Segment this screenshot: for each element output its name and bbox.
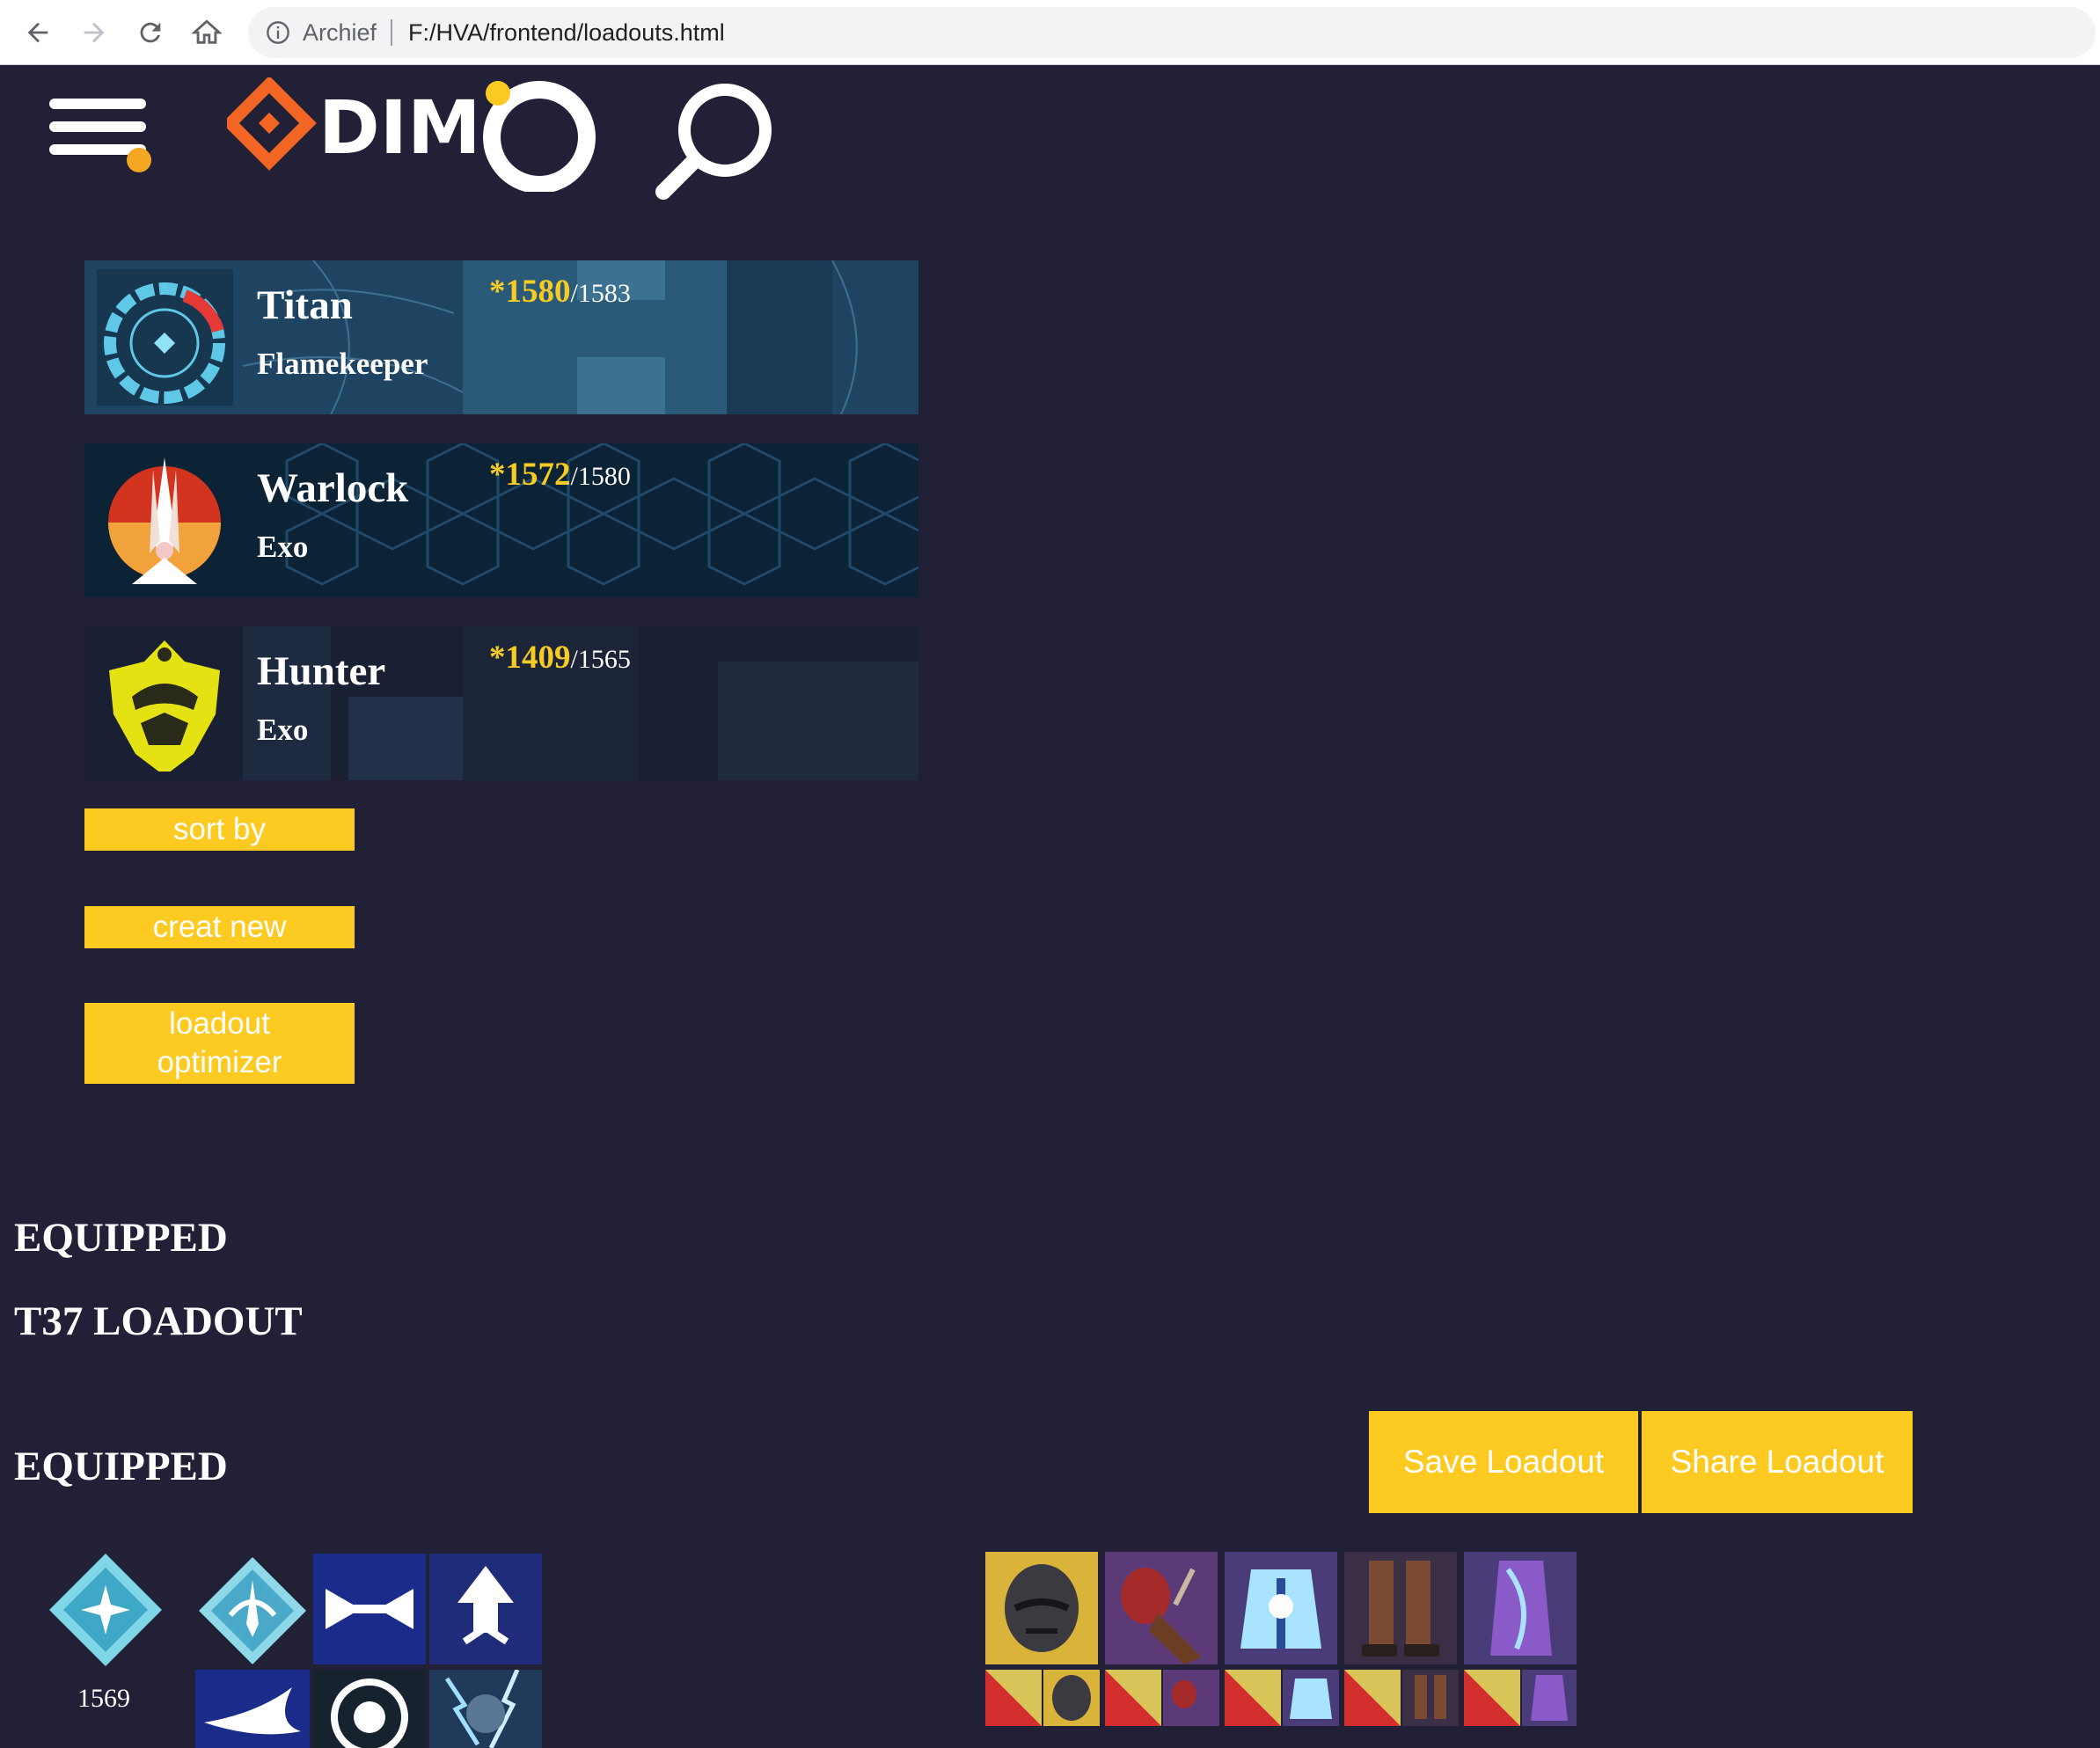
forward-button[interactable] bbox=[74, 12, 114, 53]
equipped-heading: EQUIPPED bbox=[14, 1215, 228, 1261]
home-button[interactable] bbox=[187, 12, 227, 53]
reload-icon bbox=[140, 22, 161, 43]
character-card-warlock[interactable]: Warlock Exo *1572/1580 bbox=[84, 443, 918, 597]
aspect-icon[interactable] bbox=[429, 1670, 542, 1748]
class-ability-icon[interactable] bbox=[313, 1554, 426, 1664]
super-ability-icon[interactable] bbox=[195, 1554, 310, 1668]
warlock-emblem-icon bbox=[97, 452, 233, 589]
sort-by-button[interactable]: sort by bbox=[84, 808, 355, 851]
grenade-ability-icon[interactable] bbox=[313, 1670, 426, 1748]
jump-ability-icon[interactable] bbox=[429, 1554, 542, 1664]
max-power: /1580 bbox=[570, 462, 631, 491]
power-value: 1580 bbox=[505, 274, 571, 310]
save-loadout-button[interactable]: Save Loadout bbox=[1369, 1411, 1638, 1513]
max-power: /1583 bbox=[570, 279, 631, 308]
gauntlets-armor-tile[interactable] bbox=[1105, 1552, 1218, 1664]
subclass-icon[interactable] bbox=[46, 1550, 165, 1670]
character-power: *1409/1565 bbox=[489, 639, 631, 677]
url-text: F:/HVA/frontend/loadouts.html bbox=[408, 18, 725, 46]
character-power: *1580/1583 bbox=[489, 273, 631, 311]
chest-armor-tile[interactable] bbox=[1225, 1552, 1337, 1664]
loadout-optimizer-label-line1: loadout bbox=[169, 1006, 270, 1041]
helmet-armor-tile[interactable] bbox=[985, 1552, 1098, 1664]
loadout-optimizer-button[interactable]: loadout optimizer bbox=[84, 1003, 355, 1084]
mod-slot-helmet bbox=[985, 1670, 1100, 1726]
character-power: *1572/1580 bbox=[489, 456, 631, 494]
separator bbox=[391, 19, 393, 46]
power-prefix: * bbox=[489, 457, 506, 493]
equipped-heading-loadout: EQUIPPED bbox=[14, 1444, 228, 1489]
loadout-power: 1569 bbox=[77, 1684, 130, 1713]
mod-slot-gauntlets bbox=[1105, 1670, 1219, 1726]
max-power: /1565 bbox=[570, 645, 631, 674]
site-label: Archief bbox=[303, 18, 377, 46]
armor-mod-row[interactable] bbox=[985, 1670, 1577, 1726]
create-new-button[interactable]: creat new bbox=[84, 906, 355, 948]
character-race: Exo bbox=[257, 530, 309, 564]
character-class: Hunter bbox=[257, 648, 386, 694]
browser-toolbar: Archief F:/HVA/frontend/loadouts.html bbox=[0, 0, 2100, 65]
character-card-titan[interactable]: Titan Flamekeeper *1580/1583 bbox=[84, 260, 918, 414]
dim-logo: DIM bbox=[227, 77, 596, 192]
reload-button[interactable] bbox=[130, 12, 171, 53]
loadout-title: T37 LOADOUT bbox=[14, 1298, 303, 1344]
activity-ring-icon bbox=[483, 81, 596, 192]
mod-slot-legs bbox=[1344, 1670, 1459, 1726]
hunter-emblem-icon bbox=[97, 635, 233, 772]
dim-diamond-icon bbox=[227, 77, 317, 171]
power-value: 1572 bbox=[505, 457, 571, 493]
character-class: Warlock bbox=[257, 465, 409, 511]
info-icon bbox=[267, 21, 289, 44]
address-bar[interactable]: Archief F:/HVA/frontend/loadouts.html bbox=[248, 7, 2096, 58]
melee-ability-icon[interactable] bbox=[195, 1670, 310, 1748]
leg-armor-tile[interactable] bbox=[1344, 1552, 1457, 1664]
logo-text: DIM bbox=[318, 84, 481, 171]
character-race: Flamekeeper bbox=[257, 347, 428, 381]
arrow-left-icon bbox=[27, 22, 48, 43]
loadout-optimizer-label-line2: optimizer bbox=[157, 1045, 282, 1079]
mod-slot-class-item bbox=[1464, 1670, 1577, 1726]
power-prefix: * bbox=[489, 640, 506, 676]
home-icon bbox=[192, 19, 222, 44]
titan-emblem-icon bbox=[97, 269, 233, 406]
character-card-hunter[interactable]: Hunter Exo *1409/1565 bbox=[84, 626, 918, 780]
back-button[interactable] bbox=[18, 12, 58, 53]
hamburger-menu-icon[interactable] bbox=[49, 95, 158, 174]
power-value: 1409 bbox=[505, 640, 571, 676]
character-class: Titan bbox=[257, 282, 353, 328]
class-item-armor-tile[interactable] bbox=[1464, 1552, 1577, 1664]
share-loadout-button[interactable]: Share Loadout bbox=[1642, 1411, 1913, 1513]
search-icon[interactable] bbox=[655, 79, 778, 202]
power-prefix: * bbox=[489, 274, 506, 310]
arrow-right-icon bbox=[84, 22, 105, 43]
mod-slot-chest bbox=[1225, 1670, 1339, 1726]
character-race: Exo bbox=[257, 713, 309, 747]
